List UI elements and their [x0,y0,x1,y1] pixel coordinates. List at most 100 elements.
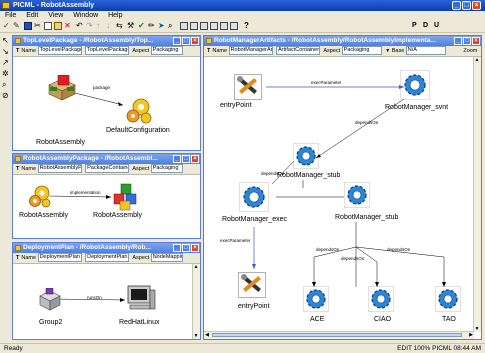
up-icon[interactable]: ↑ [96,22,104,30]
tools-icon[interactable]: ⚒ [127,22,135,30]
close-button[interactable]: × [472,1,481,10]
layout-icon-3[interactable] [200,22,208,30]
disconnect-icon[interactable]: ↗ [2,58,9,67]
model-canvas[interactable]: Group2 runsOn RedHatLinux [13,264,193,339]
undo-icon[interactable]: ↶ [76,22,84,30]
search-icon[interactable]: ⌕ [168,22,176,30]
paste-icon[interactable] [54,22,62,30]
menu-help[interactable]: Help [108,12,122,19]
cut-icon[interactable]: ✂ [34,22,42,30]
maximize-button[interactable]: □ [462,1,471,10]
vertical-scrollbar[interactable]: ▲ ▼ [473,57,481,332]
horizontal-scrollbar[interactable]: ◀ ▶ [204,331,474,339]
scroll-down-icon[interactable]: ▼ [474,326,480,332]
gear-icon[interactable] [400,70,430,100]
configuration-icon[interactable] [124,95,154,125]
window-title-bar[interactable]: DeploymentPlan - /RobotAssembly/Rob... _… [13,243,200,253]
name-field[interactable]: RobotAssemblyPack [37,164,82,174]
scroll-thumb[interactable] [212,333,462,337]
scroll-left-icon[interactable]: ◀ [204,332,210,338]
check-icon[interactable]: ✓ [3,22,11,30]
vertical-scrollbar[interactable]: ▲ ▼ [192,264,200,339]
aspect-select[interactable]: NodeMapping [150,253,183,263]
zoom-icon[interactable]: ⌕ [2,80,6,90]
set-mode-icon[interactable]: ✲ [2,69,9,78]
minimize-button[interactable]: _ [173,244,181,252]
menu-view[interactable]: View [48,12,63,19]
close-button[interactable]: × [191,155,199,163]
kind-field[interactable]: ArtifactContainer [276,46,321,56]
maximize-button[interactable]: □ [182,37,190,45]
gear-icon[interactable] [344,182,370,208]
model-canvas[interactable]: entryPoint execParameter RobotManager_sv… [204,57,474,332]
component-cubes-icon[interactable] [112,183,140,211]
minimize-button[interactable]: _ [454,37,462,45]
close-button[interactable]: × [191,244,199,252]
window-title-bar[interactable]: RobotAssemblyPackage - /RobotAssembl... … [13,154,200,164]
edit-icon[interactable]: ✎ [13,22,21,30]
computer-icon[interactable] [126,284,156,314]
close-button[interactable]: × [191,37,199,45]
gear-icon[interactable] [239,182,269,212]
link-icon[interactable]: ⇆ [116,22,124,30]
toolbar-u[interactable]: U [434,22,442,30]
dropdown-icon[interactable]: ▼ [385,48,390,54]
minimize-button[interactable]: _ [173,155,181,163]
layout-icon-6[interactable] [230,22,238,30]
model-canvas[interactable]: RobotAssembly package DefaultConfigurati… [13,57,200,150]
layout-icon-5[interactable] [220,22,228,30]
kind-field[interactable]: TopLevelPackageC [85,46,130,56]
run-icon[interactable]: ➤ [158,22,166,30]
implementation-icon[interactable] [27,183,53,209]
maximize-button[interactable]: □ [182,155,190,163]
gear-icon[interactable] [435,286,461,312]
pencil-icon[interactable]: ✏ [148,22,156,30]
kind-field[interactable]: DeploymentPlan [85,253,130,263]
package-icon[interactable] [46,75,78,101]
aspect-select[interactable]: Packaging [150,46,183,56]
window-title-bar[interactable]: RobotManagerArtifacts - /RobotAssembly/R… [204,36,481,46]
toolbar-p[interactable]: P [412,22,420,30]
name-field[interactable]: DeploymentPlan [37,253,82,263]
minimize-button[interactable]: _ [173,37,181,45]
layout-icon-4[interactable] [210,22,218,30]
help-icon[interactable]: ? [244,22,252,30]
redo-icon[interactable]: ↷ [86,22,94,30]
tools-icon[interactable] [238,272,266,298]
maximize-button[interactable]: □ [463,37,471,45]
kind-field[interactable]: PackageContainer [85,164,130,174]
gear-icon[interactable] [293,143,319,169]
scroll-up-icon[interactable]: ▲ [193,264,199,270]
window-title-bar[interactable]: TopLevelPackage - /RobotAssembly/Top... … [13,36,200,46]
minimize-button[interactable]: _ [452,1,461,10]
base-field[interactable]: N/A [405,46,446,56]
name-field[interactable]: TopLevelPackage [37,46,82,56]
connect-icon[interactable]: ↘ [2,47,9,56]
aspect-select[interactable]: Packaging [341,46,382,56]
scroll-down-icon[interactable]: ▼ [193,333,199,339]
gear-icon[interactable] [368,286,394,312]
menu-window[interactable]: Window [73,12,98,19]
name-field[interactable]: RobotManagerArtifa [228,46,273,56]
save-icon[interactable] [24,22,32,30]
down-icon[interactable]: ↓ [106,22,114,30]
toolbar-d[interactable]: D [423,22,431,30]
pointer-icon[interactable]: ↖ [2,36,9,45]
scroll-right-icon[interactable]: ▶ [468,332,474,338]
layout-icon-1[interactable] [180,22,188,30]
model-canvas[interactable]: RobotAssembly implementation RobotAssemb… [13,175,200,238]
close-button[interactable]: × [472,37,480,45]
delete-icon[interactable]: ✕ [64,22,72,30]
maximize-button[interactable]: □ [182,244,190,252]
aspect-select[interactable]: Packaging [150,164,183,174]
scroll-up-icon[interactable]: ▲ [474,57,480,63]
validate-icon[interactable]: ✔ [138,22,146,30]
menu-file[interactable]: File [5,12,16,19]
layout-icon-2[interactable] [190,22,198,30]
gear-icon[interactable] [303,286,329,312]
copy-icon[interactable] [44,22,52,30]
menu-edit[interactable]: Edit [26,12,38,19]
visualize-icon[interactable]: ⊘ [2,91,9,100]
tools-icon[interactable] [234,74,262,100]
node-group-icon[interactable] [37,288,63,312]
